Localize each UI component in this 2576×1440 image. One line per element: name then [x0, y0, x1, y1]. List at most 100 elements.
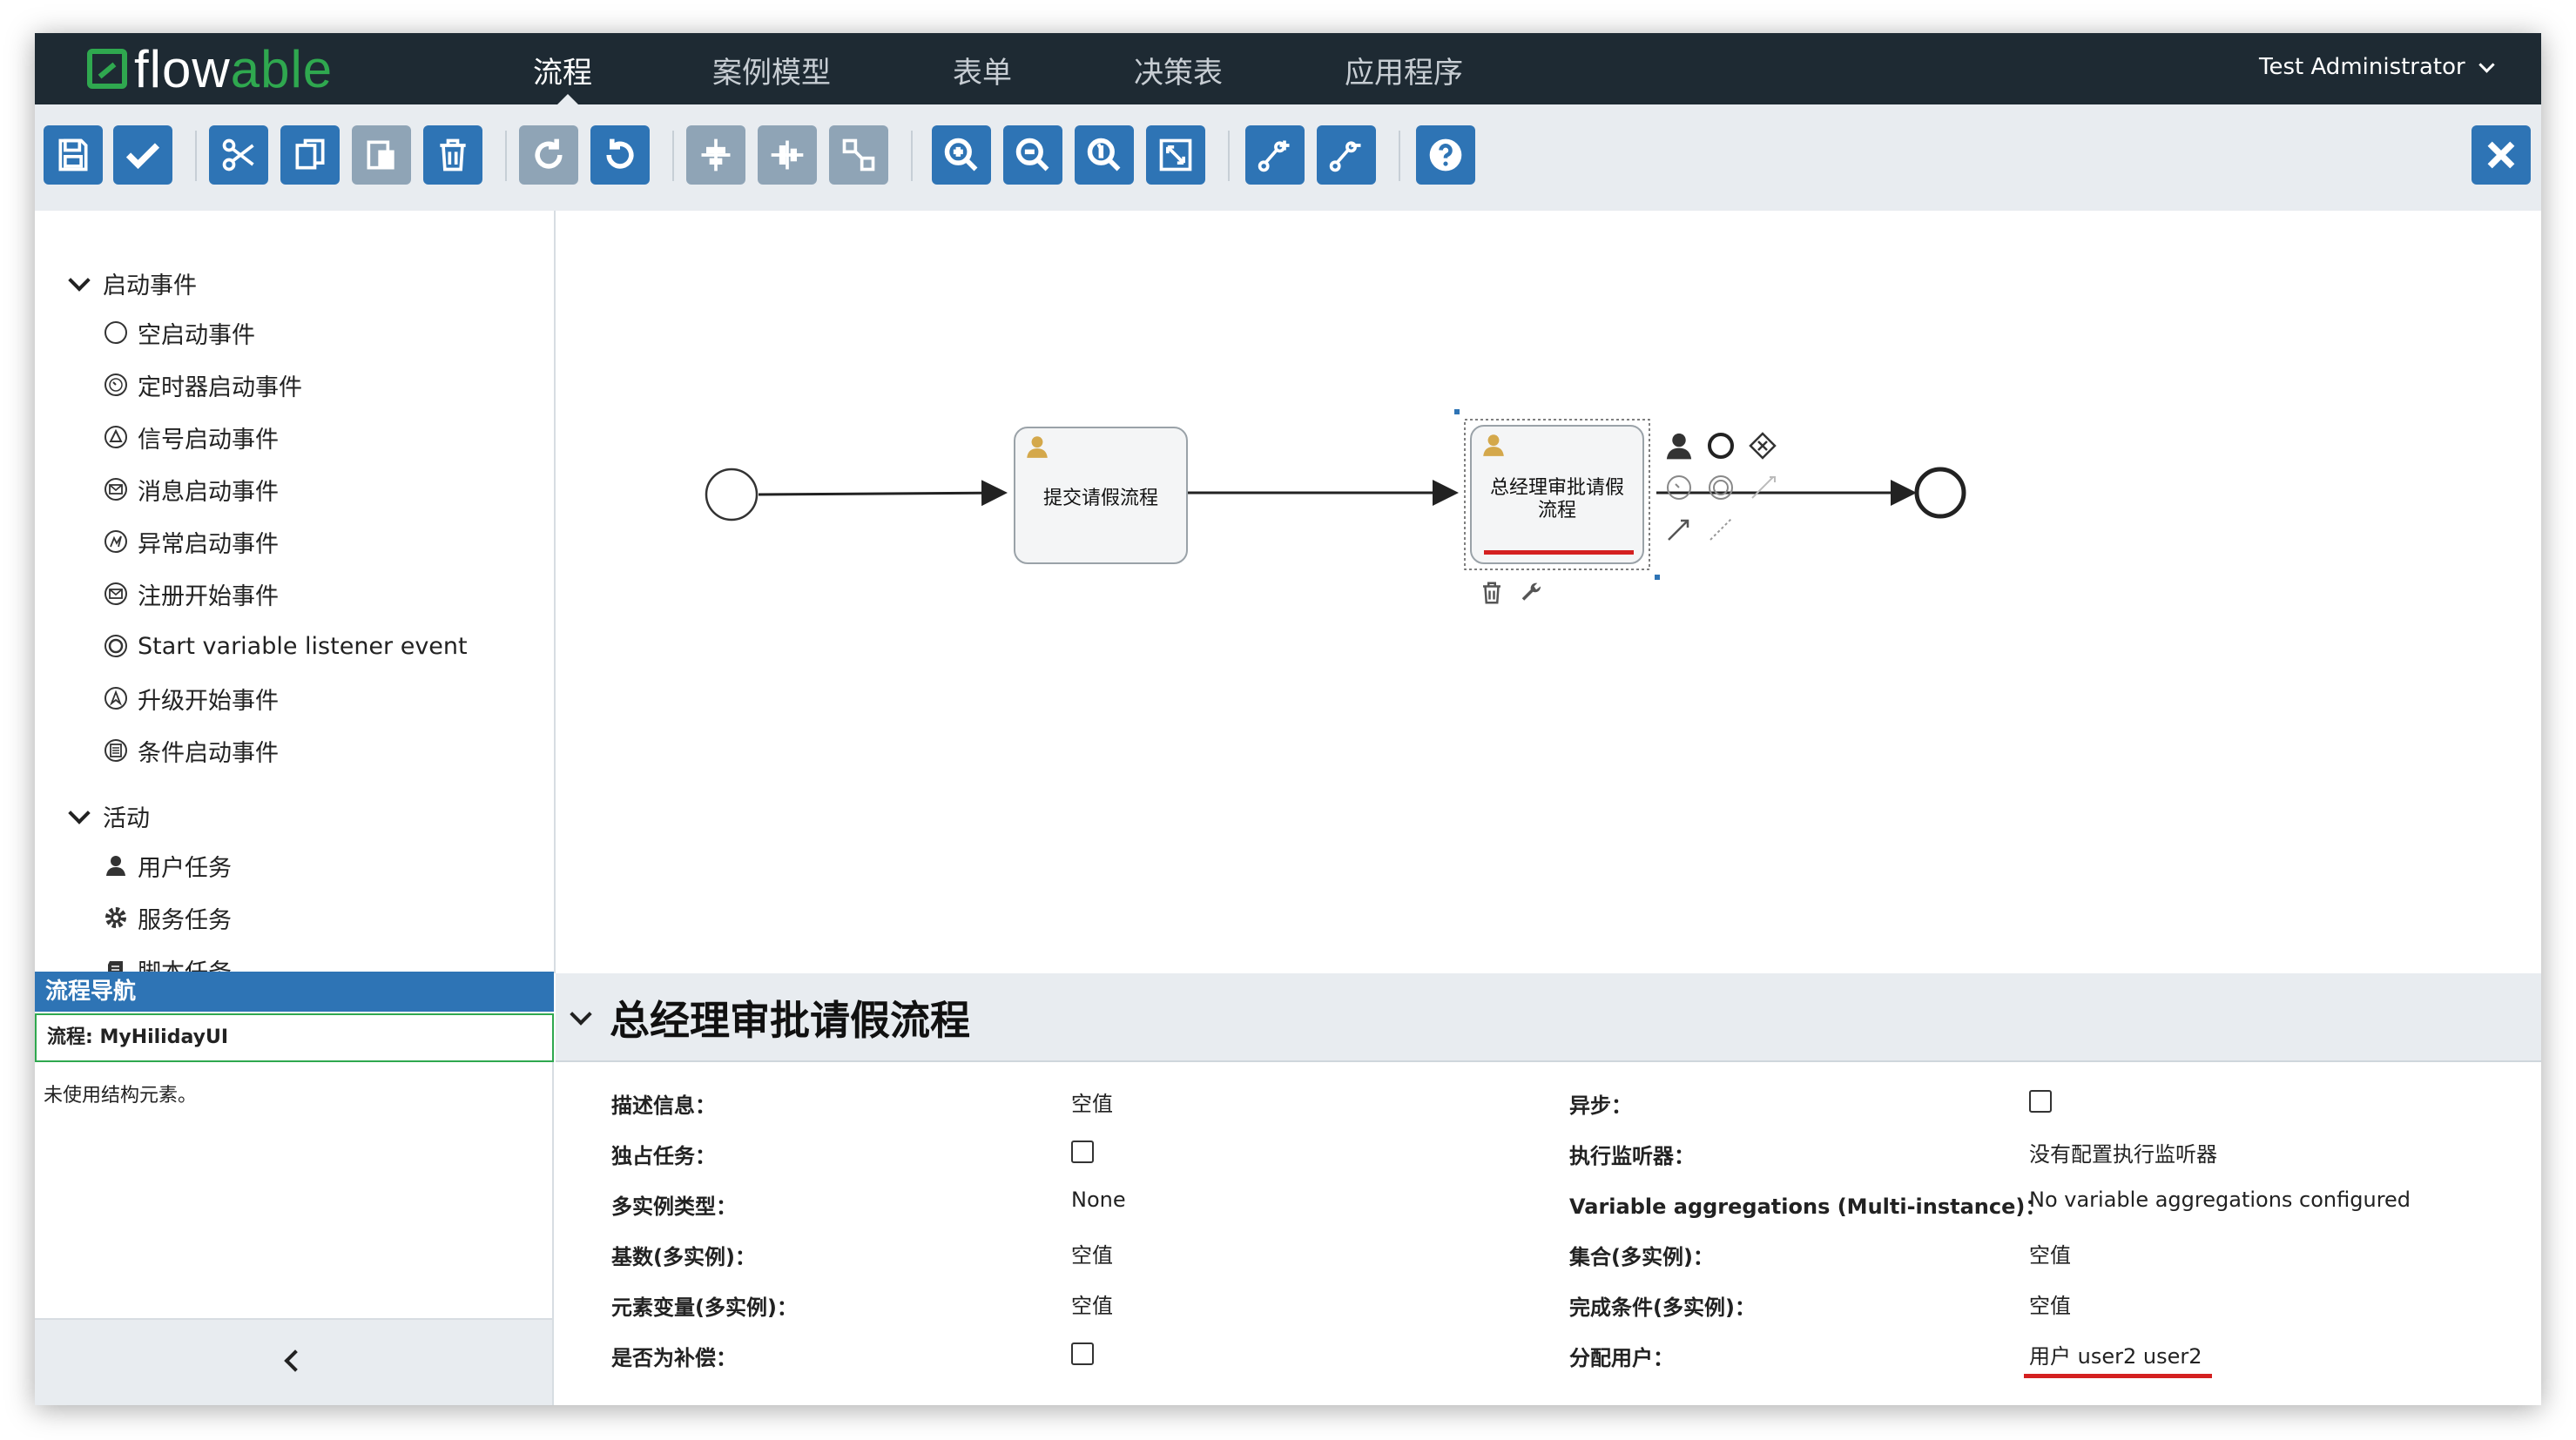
registry-envelope-icon — [103, 581, 129, 607]
gear-icon — [103, 905, 129, 931]
palette-item-label: Start variable listener event — [138, 632, 468, 660]
property-value-assignment[interactable]: 用户 user2 user2 — [2029, 1339, 2202, 1369]
same-size-button[interactable] — [829, 125, 888, 185]
chevron-left-icon — [284, 1349, 307, 1372]
palette-group-activities[interactable]: 活动 — [68, 799, 150, 833]
property-value-description[interactable]: 空值 — [1071, 1087, 1113, 1117]
close-editor-button[interactable] — [2471, 125, 2531, 185]
palette-item-signal-start-event[interactable]: 信号启动事件 — [103, 420, 279, 454]
zoom-out-button[interactable] — [1003, 125, 1062, 185]
help-button[interactable] — [1416, 125, 1475, 185]
quick-add-end-event-icon[interactable] — [1705, 430, 1736, 461]
validate-button[interactable] — [113, 125, 172, 185]
palette-item-label: 条件启动事件 — [138, 739, 279, 767]
async-checkbox[interactable] — [2029, 1090, 2052, 1113]
palette-item-registry-start-event[interactable]: 注册开始事件 — [103, 576, 279, 611]
add-bendpoint-button[interactable] — [1245, 125, 1305, 185]
paste-button[interactable] — [352, 125, 411, 185]
annotation-underline — [1484, 550, 1634, 555]
bendpoint-remove-icon — [1329, 141, 1361, 172]
quick-add-annotation-icon[interactable] — [1747, 472, 1778, 503]
trash-icon[interactable] — [1479, 580, 1505, 606]
start-event[interactable] — [705, 468, 759, 521]
palette-item-timer-start-event[interactable]: 定时器启动事件 — [103, 367, 302, 402]
properties-header[interactable]: 总经理审批请假流程 — [556, 973, 2541, 1062]
start-event-icon — [103, 320, 129, 346]
palette-group-start-events[interactable]: 启动事件 — [68, 266, 197, 300]
process-navigator-item[interactable]: 流程: MyHilidayUI — [35, 1013, 554, 1062]
quick-add-association-icon[interactable] — [1705, 514, 1736, 545]
diagram-canvas[interactable]: 提交请假流程 总经理审批请假 流程 — [556, 211, 2541, 972]
redo-button[interactable] — [519, 125, 578, 185]
palette-item-variable-listener-start-event[interactable]: Start variable listener event — [103, 629, 468, 663]
property-value-element-variable[interactable]: 空值 — [1071, 1289, 1113, 1319]
remove-bendpoint-button[interactable] — [1317, 125, 1376, 185]
cut-button[interactable] — [209, 125, 268, 185]
align-horizontal-icon — [701, 138, 731, 172]
collapse-panel-button[interactable] — [35, 1320, 554, 1405]
quick-add-intermediate-event-icon[interactable] — [1705, 472, 1736, 503]
align-horizontal-button[interactable] — [686, 125, 745, 185]
delete-button[interactable] — [423, 125, 482, 185]
zoom-fit-button[interactable] — [1146, 125, 1205, 185]
zoom-actual-button[interactable] — [1075, 125, 1134, 185]
property-value-multi-instance-type[interactable]: None — [1071, 1188, 1126, 1212]
property-value-execution-listeners[interactable]: 没有配置执行监听器 — [2029, 1137, 2217, 1167]
property-value-variable-aggregations[interactable]: No variable aggregations configured — [2029, 1188, 2411, 1212]
quick-add-gateway-icon[interactable] — [1747, 430, 1778, 461]
user-menu[interactable]: Test Administrator — [2259, 54, 2495, 80]
quick-add-connector-icon[interactable] — [1663, 514, 1695, 545]
chevron-down-icon — [68, 801, 91, 824]
active-nav-indicator — [557, 94, 578, 104]
property-label-completion-condition: 完成条件(多实例)： — [1569, 1295, 1756, 1320]
user-task-submit-leave[interactable]: 提交请假流程 — [1014, 427, 1188, 564]
palette-item-conditional-start-event[interactable]: 条件启动事件 — [103, 733, 279, 768]
chevron-down-icon — [570, 1003, 592, 1026]
palette-item-escalation-start-event[interactable]: 升级开始事件 — [103, 681, 279, 716]
end-event[interactable] — [1914, 467, 1966, 519]
compensation-checkbox[interactable] — [1071, 1342, 1094, 1365]
palette-item-message-start-event[interactable]: 消息启动事件 — [103, 472, 279, 507]
wrench-icon[interactable] — [1519, 580, 1545, 606]
undo-button[interactable] — [590, 125, 650, 185]
palette-item-label: 用户任务 — [138, 854, 232, 882]
copy-button[interactable] — [280, 125, 340, 185]
process-navigator-header[interactable]: 流程导航 — [35, 972, 554, 1012]
exclusive-checkbox[interactable] — [1071, 1141, 1094, 1163]
process-navigator-panel: 未使用结构元素。 — [35, 1062, 554, 1320]
properties-title: 总经理审批请假流程 — [610, 997, 970, 1044]
sequence-flow[interactable] — [758, 480, 1008, 507]
property-label-description: 描述信息： — [611, 1093, 716, 1118]
palette-item-none-start-event[interactable]: 空启动事件 — [103, 315, 255, 350]
palette-item-user-task[interactable]: 用户任务 — [103, 848, 232, 883]
save-button[interactable] — [44, 125, 103, 185]
undo-icon — [606, 138, 634, 169]
nav-item-processes[interactable]: 流程 — [533, 49, 592, 91]
property-value-completion-condition[interactable]: 空值 — [2029, 1289, 2071, 1319]
palette-item-error-start-event[interactable]: 异常启动事件 — [103, 524, 279, 559]
property-label-variable-aggregations: Variable aggregations (Multi-instance)： — [1569, 1194, 2047, 1219]
resize-handle[interactable] — [1454, 409, 1460, 414]
property-value-collection[interactable]: 空值 — [2029, 1238, 2071, 1268]
quick-add-timer-event-icon[interactable] — [1663, 472, 1695, 503]
diagram-connections — [705, 409, 1966, 580]
nav-item-decision-tables[interactable]: 决策表 — [1134, 49, 1223, 91]
flowable-logo[interactable]: flowable — [87, 40, 333, 98]
zoom-in-button[interactable] — [932, 125, 991, 185]
user-task-icon — [1483, 434, 1504, 456]
user-task-icon — [1027, 436, 1048, 458]
property-value-cardinality[interactable]: 空值 — [1071, 1238, 1113, 1268]
align-vertical-button[interactable] — [758, 125, 817, 185]
user-task-manager-approval[interactable]: 总经理审批请假 流程 — [1470, 425, 1644, 564]
resize-handle[interactable] — [1655, 575, 1660, 580]
task-label: 提交请假流程 — [1042, 488, 1158, 509]
nav-item-apps[interactable]: 应用程序 — [1345, 49, 1463, 91]
palette-item-label: 信号启动事件 — [138, 426, 279, 454]
bendpoint-add-icon — [1258, 140, 1290, 172]
nav-item-forms[interactable]: 表单 — [953, 49, 1012, 91]
nav-item-case-models[interactable]: 案例模型 — [712, 49, 831, 91]
flowable-logo-mark — [87, 49, 127, 89]
palette-item-service-task[interactable]: 服务任务 — [103, 900, 232, 935]
quick-add-user-task-icon[interactable] — [1663, 430, 1695, 461]
variable-listener-icon — [103, 633, 129, 659]
